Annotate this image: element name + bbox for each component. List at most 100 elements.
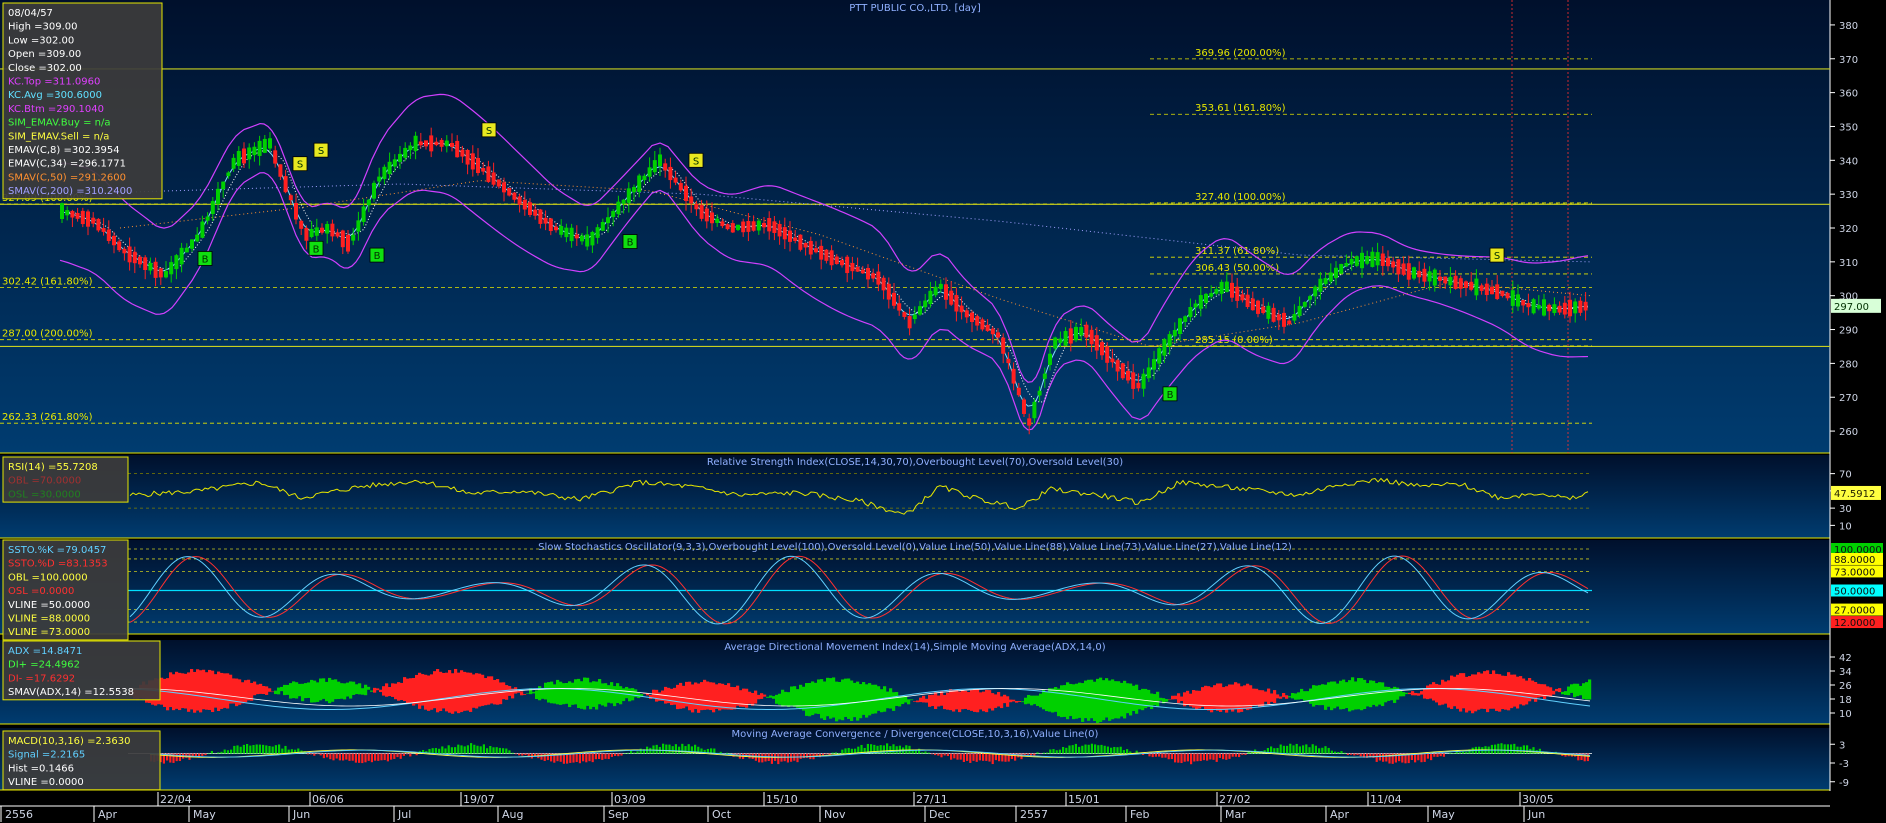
macd-hist-negative: [572, 753, 575, 763]
candle-body: [392, 159, 397, 167]
candle-body: [538, 209, 543, 224]
adx-negative-area: [1015, 700, 1019, 703]
adx-negative-area: [955, 689, 959, 710]
macd-hist-positive: [633, 752, 636, 754]
fib-right-label: 353.61 (161.80%): [1195, 103, 1286, 114]
last-price-label: 297.00: [1834, 302, 1869, 313]
macd-hist-positive: [226, 750, 229, 754]
macd-hist-negative: [1414, 753, 1417, 763]
candle-body: [704, 208, 709, 222]
candle-body: [1469, 281, 1474, 290]
adx-negative-area: [1492, 670, 1496, 709]
candle-body: [361, 206, 366, 222]
candle-body: [1110, 358, 1115, 363]
candle-body: [933, 286, 938, 296]
adx-positive-area: [625, 686, 629, 699]
adx-positive-area: [1573, 683, 1577, 698]
macd-hist-positive: [441, 746, 444, 754]
adx-negative-area: [1213, 685, 1217, 709]
x-axis: 22/04 06/06 19/07 03/09 15/10 27/11 15/01 27/02…: [0, 791, 1886, 823]
candle-body: [1224, 281, 1229, 292]
adx-negative-area: [922, 695, 926, 703]
candle-body: [96, 218, 101, 231]
candle-body: [751, 221, 756, 231]
stock-chart[interactable]: 2602702802903003103203303403503603703803…: [0, 0, 1886, 823]
macd-hist-negative: [777, 753, 780, 765]
candle-body: [829, 250, 834, 266]
macd-hist-positive: [492, 747, 495, 754]
candle-body: [429, 135, 434, 152]
adx-positive-area: [1378, 682, 1382, 705]
candle-body: [554, 226, 558, 231]
adx-negative-area: [1420, 691, 1424, 695]
macd-hist-positive: [1289, 743, 1292, 754]
candle-body: [143, 257, 148, 271]
adx-positive-area: [793, 686, 797, 707]
macd-hist-negative: [937, 753, 940, 756]
adx-positive-area: [1291, 692, 1295, 699]
candle-body: [1136, 382, 1141, 389]
macd-hist-positive: [1071, 745, 1074, 754]
adx-positive-area: [370, 690, 374, 692]
adx-negative-area: [508, 686, 512, 696]
candle-body: [1432, 269, 1437, 286]
candle-body: [148, 262, 153, 271]
macd-hist-negative: [598, 753, 601, 759]
candle-body: [1287, 320, 1292, 325]
macd-hist-positive: [1449, 752, 1452, 754]
macd-hist-positive: [1103, 745, 1106, 754]
macd-hist-positive: [1292, 745, 1295, 754]
sell-signal-label: S: [486, 126, 492, 137]
macd-hist-positive: [511, 752, 514, 754]
adx-negative-area: [1186, 690, 1190, 706]
macd-hist-negative: [383, 753, 386, 761]
sell-signal-label: S: [1494, 251, 1500, 262]
candle-body: [985, 324, 990, 332]
macd-hist-negative: [786, 753, 789, 763]
macd-hist-negative: [374, 753, 377, 761]
macd-hist-positive: [246, 743, 249, 754]
adx-negative-area: [211, 670, 215, 713]
adx-negative-area: [1210, 687, 1214, 713]
adx-negative-area: [520, 691, 524, 696]
price-tick-label: 320: [1839, 224, 1858, 235]
adx-negative-area: [475, 673, 479, 709]
candle-body: [970, 312, 974, 323]
candle-body: [652, 160, 657, 173]
candle-body: [1042, 373, 1047, 379]
adx-positive-area: [796, 689, 800, 708]
macd-hist-negative: [601, 753, 604, 760]
candle-body: [892, 292, 896, 306]
macd-hist-positive: [1490, 744, 1493, 754]
candle-body: [288, 195, 293, 201]
macd-hist-positive: [1334, 751, 1337, 754]
rsi-legend-line: OBL =70.0000: [8, 476, 81, 487]
macd-hist-positive: [1295, 743, 1298, 754]
adx-tick-label: 18: [1839, 695, 1852, 706]
adx-negative-area: [436, 669, 440, 713]
candle-body: [611, 211, 616, 218]
adx-negative-area: [382, 686, 386, 696]
adx-positive-area: [316, 682, 320, 702]
candle-body: [1188, 307, 1193, 318]
candle-body: [1074, 326, 1078, 341]
candle-body: [642, 175, 647, 181]
month-tick-label: Jul: [397, 808, 411, 821]
candle-body: [954, 295, 959, 312]
candle-body: [1261, 306, 1266, 314]
candle-body: [793, 237, 798, 241]
macd-hist-negative: [390, 753, 393, 760]
adx-negative-area: [952, 689, 956, 712]
macd-hist-negative: [310, 753, 313, 755]
adx-positive-area: [892, 692, 896, 711]
macd-hist-positive: [834, 752, 837, 754]
adx-positive-area: [1021, 701, 1025, 703]
adx-negative-area: [1408, 692, 1412, 695]
macd-hist-negative: [770, 753, 773, 764]
candle-body: [65, 210, 70, 216]
candle-body: [1235, 286, 1240, 301]
adx-positive-area: [1567, 686, 1571, 696]
macd-hist-negative: [1244, 753, 1247, 755]
macd-hist-negative: [175, 753, 178, 762]
candle-body: [1027, 418, 1032, 426]
